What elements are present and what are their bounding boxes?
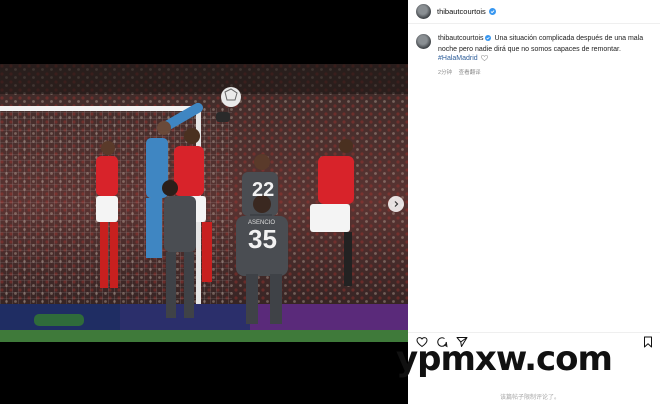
save-button[interactable] <box>642 336 654 348</box>
header-username[interactable]: thibautcourtois <box>437 7 486 16</box>
chevron-right-icon <box>394 201 399 207</box>
caption-body: thibautcourtois Una situación complicada… <box>438 34 648 78</box>
shirt-number-35: 35 <box>248 224 277 254</box>
media-pane: 22 35 ASENCIO <box>0 0 408 404</box>
verified-icon <box>488 8 496 15</box>
next-image-button[interactable] <box>388 196 404 212</box>
shirt-number-22: 22 <box>252 179 274 201</box>
hashtag-link[interactable]: #HalaMadrid <box>438 55 478 62</box>
caption-avatar[interactable] <box>416 34 431 49</box>
bookmark-icon <box>644 336 652 348</box>
time-ago: 2分钟 <box>438 69 453 76</box>
heart-icon[interactable] <box>480 55 488 65</box>
post-photo[interactable]: 22 35 ASENCIO <box>0 64 408 342</box>
caption-meta: 2分钟 查看翻译 <box>438 69 648 79</box>
verified-icon <box>484 35 491 45</box>
shirt-name: ASENCIO <box>248 220 275 226</box>
watermark: ypmxw.com <box>396 339 613 379</box>
translate-link[interactable]: 查看翻译 <box>459 70 481 76</box>
caption-username[interactable]: thibautcourtois <box>438 35 484 42</box>
comments-disabled-notice: 该篇帖子限制评论了。 <box>500 395 561 401</box>
post-caption: thibautcourtois Una situación complicada… <box>416 34 654 78</box>
football-photo: 22 35 ASENCIO <box>0 64 408 342</box>
post-header: thibautcourtois <box>408 0 660 24</box>
avatar[interactable] <box>416 4 431 19</box>
